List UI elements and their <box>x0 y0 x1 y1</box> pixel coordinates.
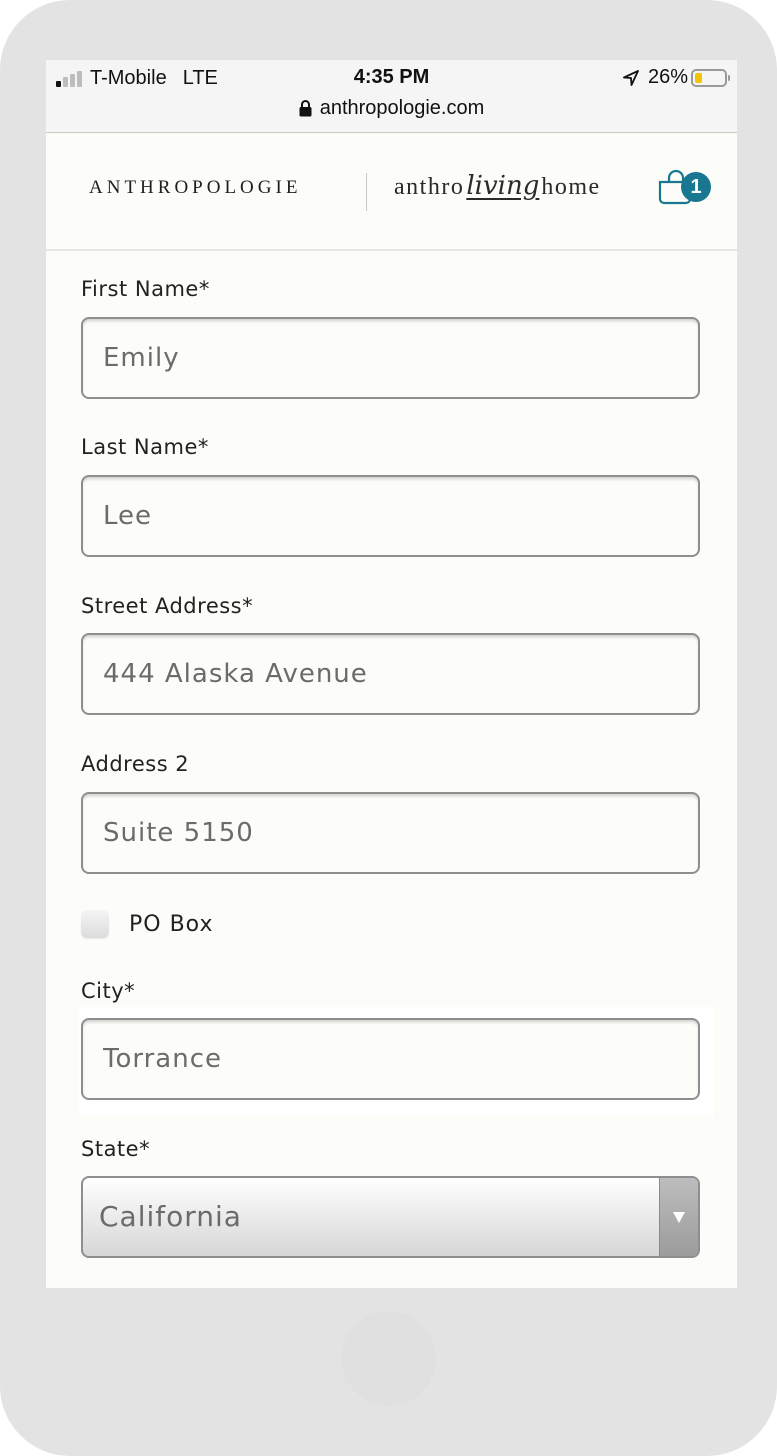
city-label: City* <box>81 979 136 1003</box>
status-bar: T-Mobile LTE 4:35 PM 26% anthropologie.c… <box>46 60 737 133</box>
home-button[interactable] <box>342 1312 435 1405</box>
address-2-field[interactable] <box>81 792 700 874</box>
state-selected-value: California <box>99 1200 242 1233</box>
cart-count-badge: 1 <box>681 172 711 202</box>
lock-icon <box>299 100 312 117</box>
url-text[interactable]: anthropologie.com <box>320 97 485 120</box>
logo-alh-suffix: home <box>541 174 601 200</box>
city-field[interactable] <box>81 1018 700 1100</box>
shopping-bag-button[interactable]: 1 <box>657 169 713 213</box>
po-box-checkbox[interactable] <box>81 910 109 938</box>
first-name-field[interactable] <box>81 317 700 399</box>
phone-frame: T-Mobile LTE 4:35 PM 26% anthropologie.c… <box>0 0 777 1456</box>
logo-alh-script: living <box>466 171 540 201</box>
address-2-label: Address 2 <box>81 752 190 776</box>
state-select[interactable]: California <box>81 1176 700 1258</box>
last-name-field[interactable] <box>81 475 700 557</box>
browser-screen: T-Mobile LTE 4:35 PM 26% anthropologie.c… <box>46 60 737 1288</box>
anthropologie-logo[interactable]: ANTHROPOLOGIE <box>89 177 301 199</box>
state-dropdown-toggle[interactable] <box>659 1178 698 1256</box>
location-arrow-icon <box>623 69 639 86</box>
po-box-checkbox-row[interactable]: PO Box <box>81 910 213 938</box>
battery-percent: 26% <box>647 66 688 88</box>
logo-divider <box>366 173 367 211</box>
address-bar[interactable]: anthropologie.com <box>46 97 737 120</box>
site-header: ANTHROPOLOGIE anthro living home 1 <box>46 133 737 251</box>
last-name-label: Last Name* <box>81 435 209 459</box>
first-name-label: First Name* <box>81 277 210 301</box>
battery-icon <box>691 68 730 87</box>
street-address-label: Street Address* <box>81 594 254 618</box>
chevron-down-icon <box>673 1211 685 1223</box>
po-box-label[interactable]: PO Box <box>129 912 213 937</box>
anthroliving-home-logo[interactable]: anthro living home <box>394 171 601 201</box>
status-right: 26% <box>622 66 730 89</box>
logo-alh-prefix: anthro <box>394 174 465 200</box>
state-label: State* <box>81 1137 151 1161</box>
street-address-field[interactable] <box>81 633 700 715</box>
